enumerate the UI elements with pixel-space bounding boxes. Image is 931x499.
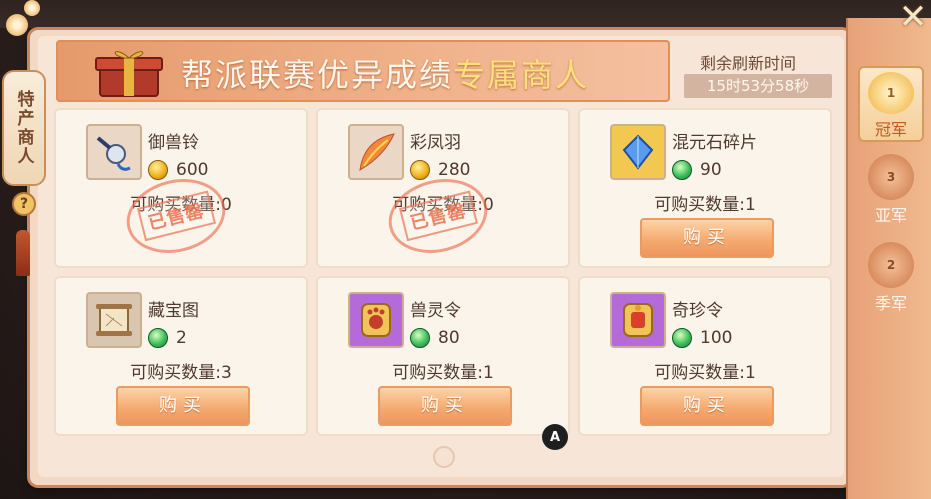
- treasure-map-icon: [86, 292, 142, 348]
- refresh-label: 剩余刷新时间: [700, 54, 797, 73]
- shop-item-card: 兽灵令 80 可购买数量:1 购买: [316, 276, 570, 436]
- treasure-token-icon: [610, 292, 666, 348]
- item-price: 600: [176, 160, 209, 180]
- item-name: 奇珍令: [672, 301, 723, 321]
- a-button-badge[interactable]: A: [542, 424, 568, 450]
- shop-item-card: 彩凤羽 280 可购买数量:0 已售罄: [316, 108, 570, 268]
- jade-coin-icon: [410, 328, 430, 348]
- item-name: 御兽铃: [148, 133, 199, 153]
- item-price: 100: [700, 328, 733, 348]
- header-banner: 帮派联赛优异成绩专属商人: [56, 40, 670, 102]
- blossom-decoration: [6, 14, 28, 36]
- refresh-countdown: 15时53分58秒: [684, 74, 832, 98]
- crystal-fragment-icon: [610, 124, 666, 180]
- jade-coin-icon: [148, 328, 168, 348]
- sold-out-stamp: 已售罄: [118, 168, 234, 264]
- help-icon[interactable]: ?: [12, 192, 36, 216]
- sold-out-label: 已售罄: [398, 190, 478, 242]
- tab-third-place-label: 季军: [874, 294, 907, 313]
- banner-title-highlight: 专属商人: [453, 56, 590, 94]
- tab-third-place[interactable]: 2 季军: [858, 238, 924, 314]
- gold-coin-icon: [148, 160, 168, 180]
- jade-coin-icon: [672, 328, 692, 348]
- purchase-limit: 可购买数量:1: [654, 363, 756, 383]
- jade-coin-icon: [672, 160, 692, 180]
- tab-runner-up[interactable]: 3 亚军: [858, 150, 924, 226]
- item-name: 藏宝图: [148, 301, 199, 321]
- buy-button[interactable]: 购买: [378, 386, 512, 426]
- close-icon[interactable]: ✕: [896, 0, 930, 36]
- gold-coin-icon: [410, 160, 430, 180]
- item-name: 兽灵令: [410, 301, 461, 321]
- sold-out-label: 已售罄: [136, 190, 216, 242]
- trophy-icon: 3: [868, 154, 914, 200]
- tassel-decoration: [16, 230, 30, 276]
- tab-runner-up-label: 亚军: [874, 206, 907, 225]
- top-strip: [0, 0, 931, 28]
- purchase-limit: 可购买数量:1: [654, 195, 756, 215]
- item-price: 80: [438, 328, 460, 348]
- blossom-decoration: [24, 0, 40, 16]
- purchase-limit: 可购买数量:3: [130, 363, 232, 383]
- trophy-icon: 2: [868, 242, 914, 288]
- trophy-icon: 1: [868, 72, 914, 114]
- buy-button[interactable]: 购买: [116, 386, 250, 426]
- bell-icon: [86, 124, 142, 180]
- gift-box-icon: [94, 46, 164, 98]
- buy-button[interactable]: 购买: [640, 386, 774, 426]
- specialty-merchant-label: 特产商人: [13, 90, 34, 166]
- beast-token-icon: [348, 292, 404, 348]
- tab-champion-label: 冠军: [874, 120, 907, 139]
- specialty-merchant-tab[interactable]: 特产商人: [2, 70, 46, 186]
- shop-item-card: 御兽铃 600 可购买数量:0 已售罄: [54, 108, 308, 268]
- shop-item-card: 混元石碎片 90 可购买数量:1 购买: [578, 108, 832, 268]
- item-name: 彩凤羽: [410, 133, 461, 153]
- page-indicator[interactable]: [433, 446, 455, 468]
- shop-item-card: 奇珍令 100 可购买数量:1 购买: [578, 276, 832, 436]
- banner-title-prefix: 帮派联赛优异成绩: [181, 56, 454, 94]
- item-price: 90: [700, 160, 722, 180]
- buy-button[interactable]: 购买: [640, 218, 774, 258]
- sold-out-stamp: 已售罄: [380, 168, 496, 264]
- feather-icon: [348, 124, 404, 180]
- item-name: 混元石碎片: [672, 133, 757, 153]
- item-price: 280: [438, 160, 471, 180]
- tab-champion[interactable]: 1 冠军: [858, 66, 924, 142]
- purchase-limit: 可购买数量:1: [392, 363, 494, 383]
- shop-item-card: 藏宝图 2 可购买数量:3 购买: [54, 276, 308, 436]
- banner-title: 帮派联赛优异成绩专属商人: [181, 50, 589, 96]
- item-price: 2: [176, 328, 187, 348]
